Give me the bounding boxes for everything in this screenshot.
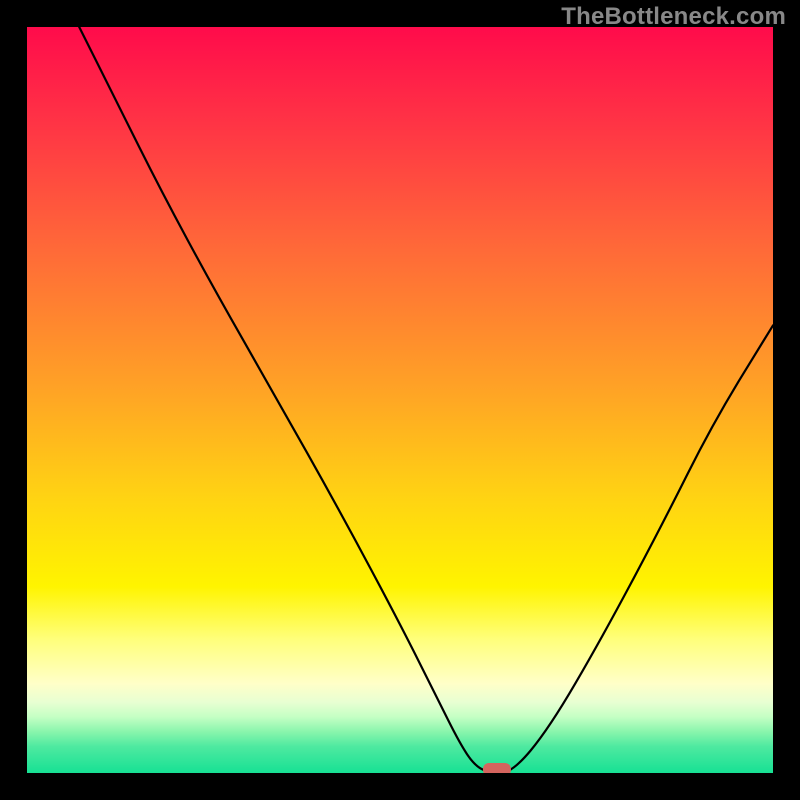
bottleneck-chart bbox=[27, 27, 773, 773]
optimal-marker bbox=[483, 763, 511, 773]
chart-background bbox=[27, 27, 773, 773]
chart-frame: TheBottleneck.com bbox=[0, 0, 800, 800]
